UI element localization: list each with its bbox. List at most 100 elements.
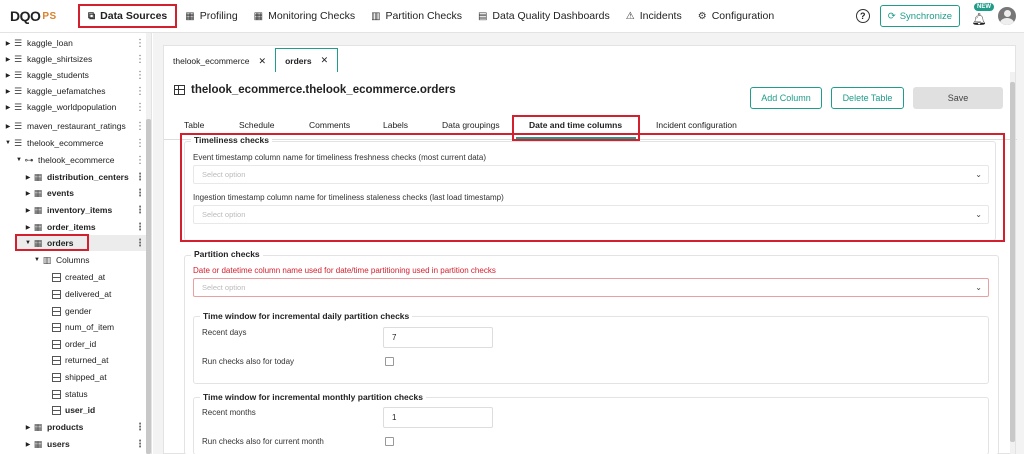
nav-monitoring-checks[interactable]: ▦ Monitoring Checks [246,4,363,28]
expand-icon[interactable]: ▶ [4,40,12,47]
nav-profiling[interactable]: ▦ Profiling [177,4,245,28]
tab-comments[interactable]: Comments [309,120,350,130]
tree-item[interactable]: ▶ ☰ maven_restaurant_ratings ⋮ [4,118,150,134]
column-icon [52,389,61,399]
more-icon[interactable]: ⋮ [135,238,145,249]
column-item[interactable]: status [52,386,150,402]
tree-item[interactable]: ▶ ☰ kaggle_loan ⋮ [4,35,150,51]
collapse-icon[interactable]: ▼ [15,157,23,163]
recent-months-input[interactable]: 1 [383,407,493,428]
nav-incidents[interactable]: ⚠ Incidents [618,4,690,28]
file-tab-orders[interactable]: orders ✕ [275,48,339,72]
expand-icon[interactable]: ▶ [4,72,12,79]
tab-schedule[interactable]: Schedule [239,120,274,130]
more-icon[interactable]: ⋮ [135,86,145,97]
expand-icon[interactable]: ▶ [4,56,12,63]
tree-item-columns[interactable]: ▼ ▥ Columns [33,252,150,268]
add-column-button[interactable]: Add Column [750,87,822,109]
collapse-icon[interactable]: ▼ [4,140,12,146]
expand-icon[interactable]: ▶ [24,441,32,448]
tree-label: maven_restaurant_ratings [27,121,126,131]
expand-icon[interactable]: ▶ [24,190,32,197]
logo[interactable]: DQO PS [0,8,78,24]
more-icon[interactable]: ⋮ [135,70,145,81]
collapse-icon[interactable]: ▼ [24,240,32,246]
tree-item[interactable]: ▶ ☰ kaggle_students ⋮ [4,67,150,83]
tree-item[interactable]: ▼ ⊶ thelook_ecommerce ⋮ [15,152,150,168]
scrollbar-thumb[interactable] [146,119,151,454]
main-scrollbar[interactable] [1010,72,1015,454]
column-item[interactable]: num_of_item [52,319,150,335]
tree-item[interactable]: ▶ ▦ distribution_centers ⋮ [24,169,150,185]
save-button[interactable]: Save [913,87,1003,109]
expand-icon[interactable]: ▶ [24,224,32,231]
collapse-icon[interactable]: ▼ [33,257,41,263]
database-icon: ☰ [13,37,23,48]
nav-partition-checks[interactable]: ▥ Partition Checks [363,4,470,28]
help-icon[interactable]: ? [855,9,870,23]
more-icon[interactable]: ⋮ [135,121,145,132]
expand-icon[interactable]: ▶ [24,174,32,181]
run-today-checkbox[interactable] [385,357,394,366]
tree-item-orders[interactable]: ▼ ▦ orders ⋮ [17,235,150,251]
column-item[interactable]: delivered_at [52,286,150,302]
column-item[interactable]: created_at [52,269,150,285]
column-item[interactable]: order_id [52,336,150,352]
more-icon[interactable]: ⋮ [135,205,145,216]
expand-icon[interactable]: ▶ [24,207,32,214]
sidebar-scrollbar[interactable] [146,33,151,454]
tab-table[interactable]: Table [184,120,204,130]
gear-icon: ⚙ [697,10,707,22]
file-tab-thelook-ecommerce[interactable]: thelook_ecommerce ✕ [164,50,275,72]
tree-item[interactable]: ▶ ☰ kaggle_worldpopulation ⋮ [4,99,150,115]
tree-item[interactable]: ▶ ▦ inventory_items ⋮ [24,202,150,218]
database-icon: ☰ [13,137,23,148]
more-icon[interactable]: ⋮ [135,155,145,166]
more-icon[interactable]: ⋮ [135,439,145,450]
recent-days-input[interactable]: 7 [383,327,493,348]
tree-item[interactable]: ▶ ▦ events ⋮ [24,185,150,201]
tree-item[interactable]: ▶ ☰ kaggle_shirtsizes ⋮ [4,51,150,67]
close-icon[interactable]: ✕ [259,56,267,67]
expand-icon[interactable]: ▶ [4,123,12,130]
chevron-down-icon: ⌄ [975,210,982,219]
nav-label: Monitoring Checks [268,10,356,22]
partition-column-select[interactable]: Select option ⌄ [193,278,989,297]
expand-icon[interactable]: ▶ [4,88,12,95]
expand-icon[interactable]: ▶ [4,104,12,111]
column-item[interactable]: returned_at [52,352,150,368]
event-timestamp-select[interactable]: Select option ⌄ [193,165,989,184]
ingestion-timestamp-select[interactable]: Select option ⌄ [193,205,989,224]
more-icon[interactable]: ⋮ [135,172,145,183]
tree-item[interactable]: ▼ ☰ thelook_ecommerce ⋮ [4,135,150,151]
scrollbar-thumb[interactable] [1010,82,1015,442]
more-icon[interactable]: ⋮ [135,422,145,433]
tab-incident-configuration[interactable]: Incident configuration [656,120,737,130]
more-icon[interactable]: ⋮ [135,188,145,199]
run-current-month-checkbox[interactable] [385,437,394,446]
more-icon[interactable]: ⋮ [135,38,145,49]
nav-configuration[interactable]: ⚙ Configuration [690,4,782,28]
more-icon[interactable]: ⋮ [135,54,145,65]
notifications-button[interactable]: 🔔︎ NEW [970,3,994,26]
close-icon[interactable]: ✕ [321,55,329,66]
tree-item[interactable]: ▶ ▦ order_items ⋮ [24,219,150,235]
partition-column-label: Date or datetime column name used for da… [193,266,496,275]
avatar[interactable] [998,7,1016,25]
nav-dashboards[interactable]: ▤ Data Quality Dashboards [470,4,618,28]
more-icon[interactable]: ⋮ [135,138,145,149]
tree-item[interactable]: ▶ ☰ kaggle_uefamatches ⋮ [4,83,150,99]
tree-item[interactable]: ▶ ▦ products ⋮ [24,419,150,435]
delete-table-button[interactable]: Delete Table [831,87,904,109]
column-item[interactable]: gender [52,303,150,319]
column-item[interactable]: shipped_at [52,369,150,385]
tab-labels[interactable]: Labels [383,120,408,130]
more-icon[interactable]: ⋮ [135,102,145,113]
tree-item[interactable]: ▶ ▦ users ⋮ [24,436,150,452]
nav-data-sources[interactable]: ⧉ Data Sources [78,4,178,28]
column-item[interactable]: user_id [52,402,150,418]
more-icon[interactable]: ⋮ [135,222,145,233]
synchronize-button[interactable]: ⟳ Synchronize [879,5,960,27]
expand-icon[interactable]: ▶ [24,424,32,431]
tab-data-groupings[interactable]: Data groupings [442,120,500,130]
